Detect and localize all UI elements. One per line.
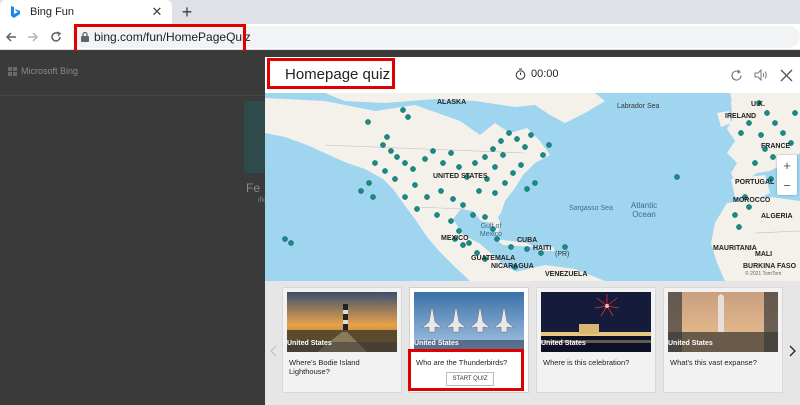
quiz-cards-carousel: United States Where's Bodie Island Light… [265,281,800,405]
card-question: What's this vast expanse? [670,358,757,367]
card-country: United States [541,340,586,347]
label-mauritania: MAURITANIA [713,245,757,252]
brand-text: Microsoft Bing [21,66,79,76]
timer-value: 00:00 [531,68,559,80]
tab-title: Bing Fun [30,6,75,18]
label-mali: MALI [755,251,773,258]
carousel-prev-icon[interactable] [267,343,279,359]
map-zoom-control: + − [777,155,797,195]
new-tab-button[interactable]: + [178,3,196,21]
label-portugal: PORTUGAL [735,179,775,186]
label-haiti: HAITI [533,245,552,252]
stopwatch-icon [515,68,526,80]
quiz-card-lighthouse[interactable]: United States Where's Bodie Island Light… [282,287,402,393]
card-question: Where's Bodie Island Lighthouse? [289,358,360,376]
label-sargasso-sea: Sargasso Sea [569,205,613,212]
carousel-next-icon[interactable] [786,343,798,359]
background-heading-fragment: Fe [246,181,261,195]
browser-tab[interactable]: Bing Fun ✕ [0,0,172,24]
quiz-card-vast-expanse[interactable]: United States What's this vast expanse? [663,287,783,393]
tab-strip: Bing Fun ✕ + [0,0,800,24]
background-card-image [244,101,266,173]
restart-icon[interactable] [728,67,744,83]
label-ireland: IRELAND [725,113,757,120]
quiz-map[interactable]: ALASKA Labrador Sea UNITED STATES Gulf o… [265,93,800,281]
tab-close-icon[interactable]: ✕ [148,3,166,21]
label-alaska: ALASKA [437,99,467,106]
label-uk: U.K. [751,101,765,108]
forward-icon[interactable] [24,28,42,46]
card-question: Where is this celebration? [543,358,630,367]
reload-icon[interactable] [47,28,65,46]
label-burkina-faso: BURKINA FASO [743,263,797,270]
label-venezuela: VENEZUELA [545,271,588,278]
label-algeria: ALGERIA [761,213,793,220]
label-cuba: CUBA [517,237,538,244]
label-guatemala: GUATEMALA [471,255,516,262]
label-mexico: MEXICO [441,235,469,242]
quiz-card-celebration[interactable]: United States Where is this celebration? [536,287,656,393]
map-land-shapes [265,93,800,281]
microsoft-logo-icon [8,66,17,76]
label-pr: (PR) [555,251,570,258]
label-gulf-of-mexico: Gulf of Mexico [479,223,503,238]
label-labrador-sea: Labrador Sea [617,103,660,110]
close-icon[interactable] [778,67,794,83]
microsoft-bing-brand: Microsoft Bing [8,66,78,76]
label-morocco: MOROCCO [733,197,771,204]
label-united-states: UNITED STATES [433,173,488,180]
zoom-in-button[interactable]: + [777,155,797,175]
background-divider [0,95,265,96]
map-copyright: © 2021 TomTom [745,271,782,277]
sound-icon[interactable] [753,67,769,83]
label-france: FRANCE [761,143,791,150]
quiz-timer: 00:00 [515,68,559,80]
card-country: United States [414,340,459,347]
card-country: United States [668,340,713,347]
back-icon[interactable] [2,28,20,46]
label-atlantic-ocean: Atlantic Ocean [630,201,658,219]
card-highlight-box [408,349,524,391]
quiz-modal: Homepage quiz 00:00 ALASKA Labrador Sea … [265,57,800,405]
label-nicaragua: NICARAGUA [491,263,534,270]
zoom-out-button[interactable]: − [777,175,797,195]
title-highlight-box [267,58,395,89]
card-country: United States [287,340,332,347]
bing-logo-icon [11,6,20,18]
